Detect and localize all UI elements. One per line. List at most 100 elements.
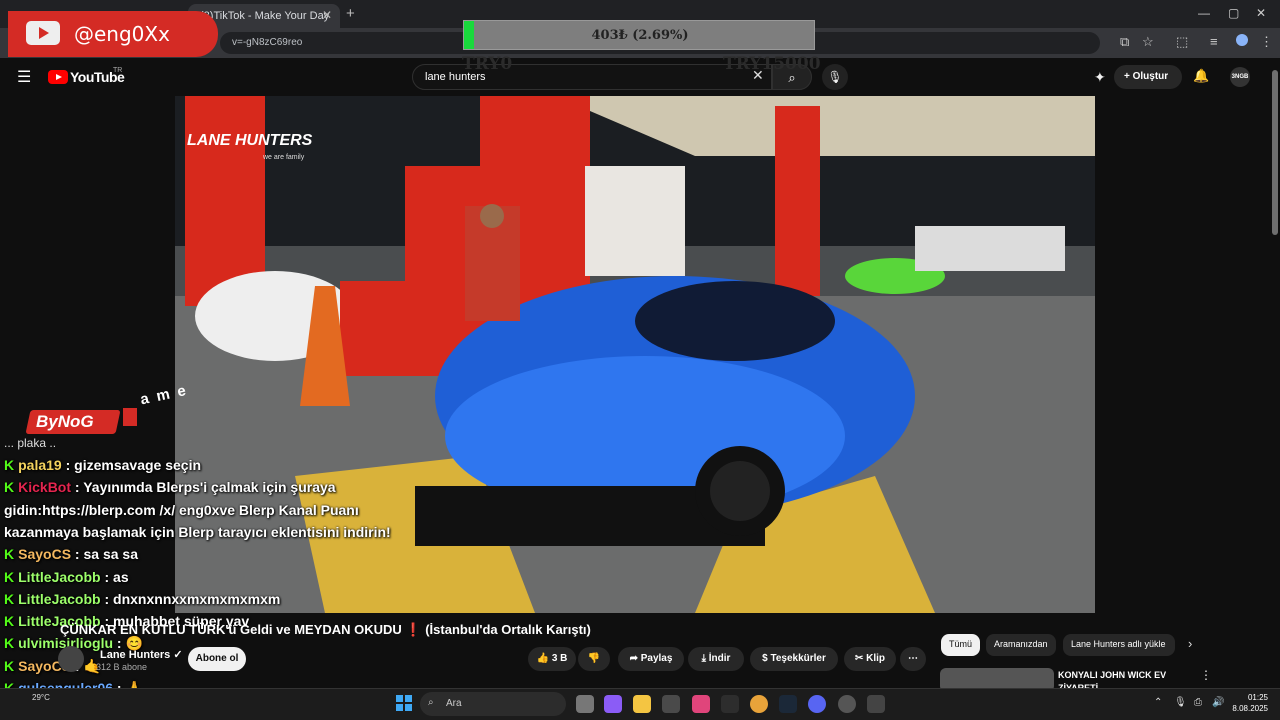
more-actions-button[interactable]: ⋯ xyxy=(900,647,926,671)
sponsor-text: ByNoG xyxy=(36,412,94,431)
thumbs-down-icon: 👎 xyxy=(587,653,601,664)
streamer-badge: @eng0Xx xyxy=(8,11,218,57)
browser-menu-icon[interactable]: ⋮ xyxy=(1260,34,1273,50)
scissors-icon: ✂ xyxy=(854,653,864,664)
kick-badge-icon: K xyxy=(4,479,15,496)
youtube-logo-icon[interactable] xyxy=(48,70,68,84)
notifications-bell-icon[interactable]: 🔔 xyxy=(1193,68,1209,84)
taskbar-search-placeholder: Ara xyxy=(446,698,462,709)
reading-list-icon[interactable]: ≡ xyxy=(1210,34,1218,49)
chat-message: K SayoCS : sa sa sa xyxy=(4,543,138,565)
create-button[interactable]: + Oluştur xyxy=(1114,65,1182,89)
channel-name[interactable]: Lane Hunters ✓ xyxy=(100,648,183,661)
channel-avatar[interactable] xyxy=(58,646,84,672)
sponsor-suffix: ame xyxy=(138,380,196,409)
chips-next-icon[interactable]: › xyxy=(1188,636,1192,651)
copilot-icon[interactable] xyxy=(604,695,622,713)
bookmark-star-icon[interactable]: ☆ xyxy=(1142,34,1154,50)
kick-badge-icon: K xyxy=(4,546,15,563)
voice-search-button[interactable]: 🎙 xyxy=(822,64,848,90)
chat-username: SayoCS xyxy=(18,546,72,563)
taskbar-search-icon: ⌕ xyxy=(428,697,434,708)
kick-badge-icon: K xyxy=(4,613,15,630)
maximize-icon[interactable]: ▢ xyxy=(1228,6,1239,20)
tray-mic-icon[interactable]: 🎙 xyxy=(1174,697,1187,708)
app-x-icon[interactable] xyxy=(692,695,710,713)
tab-title: (3)TikTok - Make Your Day xyxy=(200,10,330,22)
windows-start-icon[interactable] xyxy=(396,695,412,711)
close-tab-icon[interactable]: ✕ xyxy=(322,8,332,22)
donation-min-label: TRY0 xyxy=(462,54,513,74)
chat-message: gidin:https://blerp.com /x/ eng0xve Bler… xyxy=(4,499,359,521)
channel-watermark: LANE HUNTERS we are family xyxy=(183,120,323,180)
chat-username: KickBot xyxy=(18,479,72,496)
window-close-icon[interactable]: ✕ xyxy=(1256,6,1266,20)
file-explorer-icon[interactable] xyxy=(633,695,651,713)
region-code: TR xyxy=(113,67,123,74)
app-cube-icon[interactable] xyxy=(721,695,739,713)
microphone-icon: 🎙 xyxy=(827,70,843,84)
taskbar-search[interactable]: Ara xyxy=(420,692,566,716)
kick-badge-icon: K xyxy=(4,635,15,652)
donation-max-label: TRY15000 xyxy=(723,54,821,74)
video-title: ÇÜNKAR EN KUTLU TÜRK'ü Geldi ve MEYDAN O… xyxy=(60,622,591,637)
donation-amount: 403₺ (2.69%) xyxy=(591,28,689,43)
download-icon: ⤓ xyxy=(701,653,706,664)
extensions-icon[interactable]: ⬚ xyxy=(1176,34,1188,50)
kick-badge-icon: K xyxy=(4,657,15,674)
cast-icon[interactable]: ⧉ xyxy=(1120,34,1129,50)
chat-message: K LittleJacobb : dnxnxnnxxmxmxmxmxm xyxy=(4,588,280,610)
chat-message: K LittleJacobb : as xyxy=(4,566,129,588)
thanks-button[interactable]: $ Teşekkürler xyxy=(750,647,838,671)
chip-channel-uploads[interactable]: Lane Hunters adlı yükle xyxy=(1063,634,1175,656)
cast-studio-icon[interactable]: ✦ xyxy=(1094,69,1106,86)
app-misc-icon[interactable] xyxy=(867,695,885,713)
task-view-icon[interactable] xyxy=(576,695,594,713)
weather-widget[interactable]: 29°C xyxy=(32,693,50,702)
chat-message: kazanmaya başlamak için Blerp tarayıcı e… xyxy=(4,521,391,543)
chat-text: : Yayınımda Blerps'i çalmak için şuraya xyxy=(71,479,336,496)
dislike-button[interactable]: 👎 xyxy=(578,647,610,671)
chat-message: K SayoCS : 🤙 xyxy=(4,655,101,677)
youtube-play-icon xyxy=(26,21,60,45)
watermark-title: LANE HUNTERS xyxy=(187,132,313,149)
recommended-more-icon[interactable]: ⋮ xyxy=(1200,668,1212,682)
clip-button[interactable]: ✂ Klip xyxy=(844,647,896,671)
chat-username: pala19 xyxy=(18,457,62,473)
subscribe-button[interactable]: Abone ol xyxy=(188,647,246,671)
store-icon[interactable] xyxy=(662,695,680,713)
share-icon: ➦ xyxy=(629,653,638,664)
new-tab-icon[interactable]: + xyxy=(346,5,355,22)
share-button[interactable]: ➦ Paylaş xyxy=(618,647,684,671)
like-count: 3 B xyxy=(551,653,568,664)
download-label: İndir xyxy=(708,653,731,664)
tray-network-icon[interactable]: ⎙ xyxy=(1194,697,1202,708)
chat-text: : sa sa sa xyxy=(71,546,138,563)
profile-avatar[interactable] xyxy=(1236,34,1248,46)
steam-icon[interactable] xyxy=(779,695,797,713)
chip-all[interactable]: Tümü xyxy=(941,634,981,656)
clock-date[interactable]: 8.08.2025 xyxy=(1220,704,1268,713)
like-button[interactable]: 👍 3 B xyxy=(528,647,576,671)
chip-from-search[interactable]: Aramanızdan xyxy=(986,634,1056,656)
clip-label: Klip xyxy=(866,653,886,664)
account-avatar[interactable]: 3NGB xyxy=(1230,67,1250,87)
page-scrollbar[interactable] xyxy=(1272,70,1278,235)
minimize-icon[interactable]: — xyxy=(1198,6,1210,20)
kick-badge-icon: K xyxy=(4,457,15,473)
obs-icon[interactable] xyxy=(838,695,856,713)
chrome-icon[interactable] xyxy=(750,695,768,713)
chat-username: LittleJacobb xyxy=(18,568,101,585)
thumbs-up-icon: 👍 xyxy=(536,653,550,664)
clock-time[interactable]: 01:25 xyxy=(1230,693,1268,702)
chat-text: : as xyxy=(100,568,129,585)
download-button[interactable]: ⤓ İndir xyxy=(688,647,744,671)
donation-goal-bar: 403₺ (2.69%) xyxy=(463,20,815,50)
hamburger-menu-icon[interactable]: ☰ xyxy=(17,67,31,87)
chat-text: gidin:https://blerp.com /x/ eng0xve Bler… xyxy=(4,501,359,518)
watermark-subtitle: we are family xyxy=(263,154,305,161)
chat-message: K KickBot : Yayınımda Blerps'i çalmak içi… xyxy=(4,476,336,498)
tray-overflow-icon[interactable]: ⌃ xyxy=(1154,697,1162,708)
kick-badge-icon: K xyxy=(4,590,15,607)
discord-icon[interactable] xyxy=(808,695,826,713)
